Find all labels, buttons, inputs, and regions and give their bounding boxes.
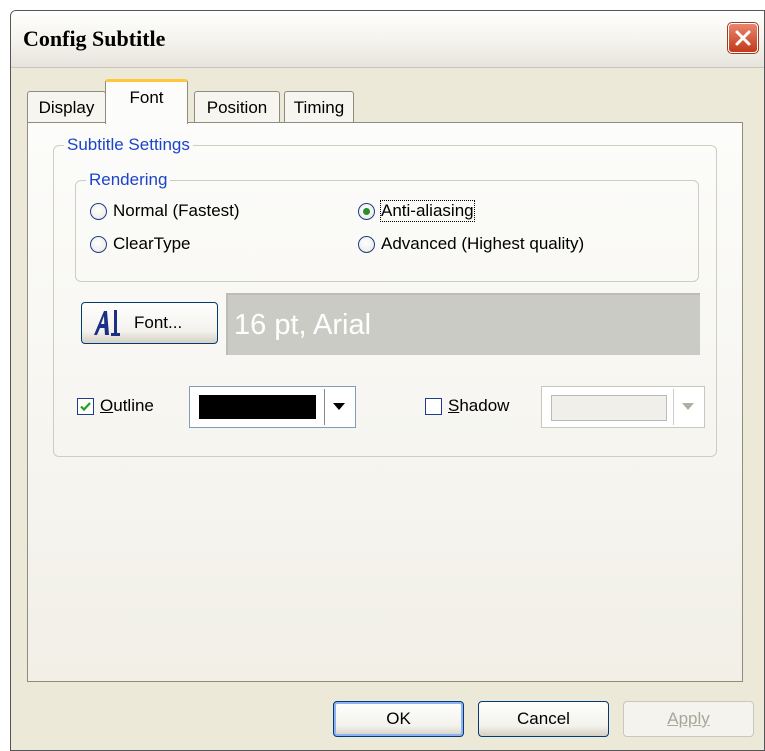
tab-timing[interactable]: Timing — [284, 91, 354, 123]
outline-color-dropdown[interactable] — [189, 386, 356, 428]
dropdown-arrow-button[interactable] — [324, 389, 353, 425]
radio-button-icon — [90, 202, 107, 220]
dialog-title: Config Subtitle — [23, 26, 166, 51]
font-button-label: Font... — [134, 313, 183, 332]
radio-label: ClearType — [113, 234, 191, 253]
config-subtitle-dialog: Config Subtitle Display Font Position Ti… — [10, 10, 765, 751]
radio-button-icon — [90, 235, 107, 253]
tab-display[interactable]: Display — [27, 91, 106, 123]
tab-label: Position — [206, 97, 268, 117]
apply-label: Apply — [667, 709, 710, 728]
ok-button[interactable]: OK — [333, 701, 464, 737]
tab-position[interactable]: Position — [194, 91, 280, 123]
title-bar[interactable]: Config Subtitle — [11, 11, 764, 68]
tab-label: Display — [38, 97, 95, 117]
radio-label: Advanced (Highest quality) — [381, 234, 585, 253]
font-preview: 16 pt, Arial — [226, 293, 700, 355]
font-tab-panel: Subtitle Settings Rendering Normal (Fast… — [27, 122, 743, 682]
radio-anti-aliasing[interactable]: Anti-aliasing — [358, 200, 475, 222]
ok-label: OK — [386, 709, 411, 728]
font-preview-text: 16 pt, Arial — [234, 308, 372, 341]
radio-normal-fastest[interactable]: Normal (Fastest) — [90, 201, 240, 221]
close-icon — [735, 30, 751, 46]
shadow-label: Shadow — [448, 396, 510, 415]
outline-color-swatch — [199, 395, 316, 419]
outline-checkbox[interactable]: Outline — [77, 396, 154, 416]
chevron-down-icon — [333, 403, 345, 410]
tab-font[interactable]: Font — [105, 79, 188, 124]
cancel-label: Cancel — [517, 709, 570, 728]
tab-label: Timing — [293, 97, 345, 117]
rendering-legend: Rendering — [86, 169, 171, 191]
radio-button-icon — [358, 235, 375, 253]
radio-advanced-highest-quality[interactable]: Advanced (Highest quality) — [358, 234, 584, 254]
dropdown-arrow-button[interactable] — [673, 389, 702, 425]
subtitle-settings-legend: Subtitle Settings — [64, 134, 193, 156]
apply-button[interactable]: Apply — [623, 701, 754, 737]
chevron-down-icon — [682, 403, 694, 410]
shadow-color-dropdown[interactable] — [541, 386, 705, 428]
radio-cleartype[interactable]: ClearType — [90, 234, 190, 254]
cancel-button[interactable]: Cancel — [478, 701, 609, 737]
radio-label: Normal (Fastest) — [113, 201, 240, 220]
radio-button-checked-icon — [358, 202, 375, 220]
checkbox-checked-icon — [77, 397, 94, 415]
tab-label: Font — [129, 88, 164, 107]
shadow-color-swatch — [551, 395, 667, 421]
radio-label: Anti-aliasing — [380, 200, 475, 222]
shadow-checkbox[interactable]: Shadow — [425, 396, 509, 416]
font-button[interactable]: Font... — [81, 302, 218, 344]
outline-label: Outline — [100, 396, 154, 415]
subtitle-settings-group: Subtitle Settings Rendering Normal (Fast… — [53, 134, 717, 457]
close-button[interactable] — [727, 22, 759, 54]
checkbox-unchecked-icon — [425, 397, 442, 415]
font-a-icon — [94, 310, 120, 336]
rendering-group: Rendering Normal (Fastest) Anti-aliasing… — [75, 169, 699, 282]
